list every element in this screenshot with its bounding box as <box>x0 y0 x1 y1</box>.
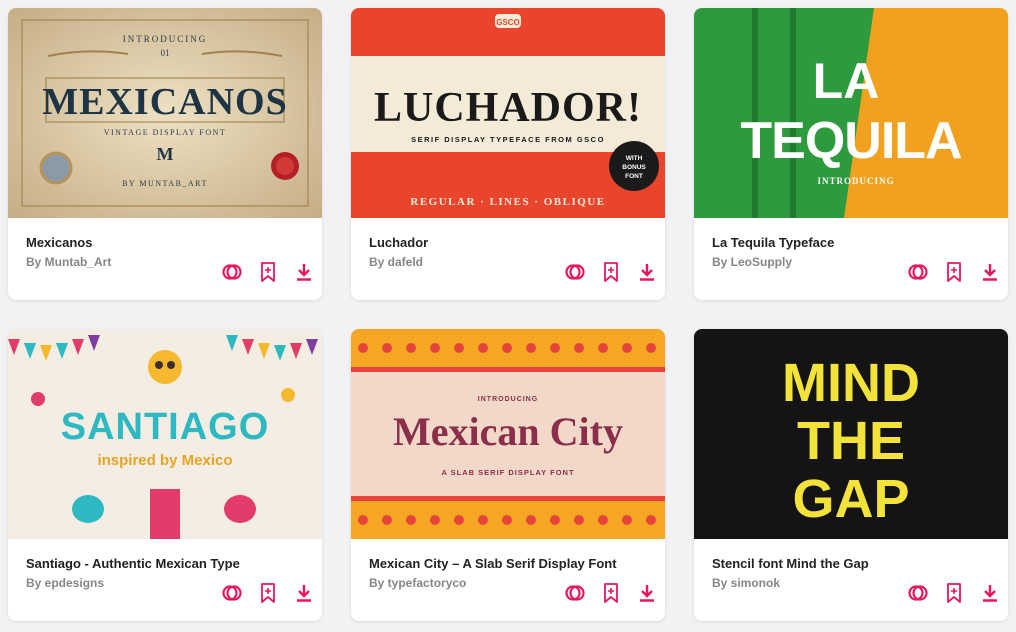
download-icon <box>640 264 654 281</box>
bookmark-plus-icon <box>947 583 961 603</box>
font-card[interactable]: INTRODUCING Mexican City A SLAB SERIF DI… <box>351 329 665 621</box>
font-card[interactable]: MIND THE GAP Stencil font Mind the Gap B… <box>694 329 1008 621</box>
luchador-preview: GSCO LUCHADOR! SERIF DISPLAY TYPEFACE FR… <box>351 8 665 218</box>
font-title[interactable]: Mexican City – A Slab Serif Display Font <box>369 556 647 571</box>
font-title[interactable]: Stencil font Mind the Gap <box>712 556 990 571</box>
card-actions <box>900 581 1008 605</box>
bookmark-plus-icon <box>947 262 961 282</box>
svg-text:GSCO: GSCO <box>496 18 520 27</box>
bookmark-plus-icon <box>261 262 275 282</box>
santiago-preview: SANTIAGO inspired by Mexico <box>8 329 322 539</box>
svg-text:LUCHADOR!: LUCHADOR! <box>374 85 642 131</box>
preview-button[interactable] <box>900 260 936 284</box>
card-actions <box>214 260 322 284</box>
download-button[interactable] <box>972 260 1008 284</box>
bookmark-plus-icon <box>604 262 618 282</box>
bookmark-button[interactable] <box>936 581 972 605</box>
font-preview-image[interactable]: INTRODUCING Mexican City A SLAB SERIF DI… <box>351 329 665 539</box>
download-button[interactable] <box>286 581 322 605</box>
font-card[interactable]: INTRODUCING 01 MEXICANOS VINTAGE DISPLAY… <box>8 8 322 300</box>
bookmark-button[interactable] <box>593 581 629 605</box>
font-card[interactable]: SANTIAGO inspired by Mexico Santiago - A… <box>8 329 322 621</box>
font-preview-image[interactable]: INTRODUCING 01 MEXICANOS VINTAGE DISPLAY… <box>8 8 322 218</box>
download-button[interactable] <box>629 581 665 605</box>
svg-text:WITH: WITH <box>626 155 643 162</box>
font-title[interactable]: Santiago - Authentic Mexican Type <box>26 556 304 571</box>
download-icon <box>297 585 311 602</box>
svg-text:INTRODUCING: INTRODUCING <box>817 176 894 186</box>
bookmark-plus-icon <box>261 583 275 603</box>
font-title[interactable]: Mexicanos <box>26 235 304 250</box>
svg-text:VINTAGE DISPLAY FONT: VINTAGE DISPLAY FONT <box>104 128 227 137</box>
svg-text:GAP: GAP <box>792 469 909 529</box>
svg-text:REGULAR · LINES · OBLIQUE: REGULAR · LINES · OBLIQUE <box>410 196 605 208</box>
download-icon <box>640 585 654 602</box>
font-preview-image[interactable]: GSCO LUCHADOR! SERIF DISPLAY TYPEFACE FR… <box>351 8 665 218</box>
svg-text:MEXICANOS: MEXICANOS <box>42 81 287 123</box>
font-card[interactable]: LA TEQUILA INTRODUCING La Tequila Typefa… <box>694 8 1008 300</box>
svg-text:MIND: MIND <box>782 353 920 413</box>
overlap-circles-icon <box>565 585 585 601</box>
bookmark-button[interactable] <box>250 260 286 284</box>
bookmark-plus-icon <box>604 583 618 603</box>
preview-button[interactable] <box>214 581 250 605</box>
card-actions <box>900 260 1008 284</box>
bookmark-button[interactable] <box>936 260 972 284</box>
mexican-city-preview: INTRODUCING Mexican City A SLAB SERIF DI… <box>351 329 665 539</box>
preview-button[interactable] <box>900 581 936 605</box>
card-actions <box>557 260 665 284</box>
preview-button[interactable] <box>557 260 593 284</box>
la-tequila-preview: LA TEQUILA INTRODUCING <box>694 8 1008 218</box>
font-preview-image[interactable]: LA TEQUILA INTRODUCING <box>694 8 1008 218</box>
overlap-circles-icon <box>908 264 928 280</box>
svg-text:BY MUNTAB_ART: BY MUNTAB_ART <box>122 179 208 188</box>
font-title[interactable]: Luchador <box>369 235 647 250</box>
svg-text:BONUS: BONUS <box>622 164 646 171</box>
svg-text:A SLAB SERIF DISPLAY FONT: A SLAB SERIF DISPLAY FONT <box>441 468 574 477</box>
bookmark-button[interactable] <box>250 581 286 605</box>
svg-text:SANTIAGO: SANTIAGO <box>61 406 270 448</box>
overlap-circles-icon <box>908 585 928 601</box>
mexicanos-preview: INTRODUCING 01 MEXICANOS VINTAGE DISPLAY… <box>8 8 322 218</box>
font-preview-image[interactable]: SANTIAGO inspired by Mexico <box>8 329 322 539</box>
download-icon <box>297 264 311 281</box>
card-actions <box>214 581 322 605</box>
svg-text:M: M <box>157 144 174 164</box>
overlap-circles-icon <box>222 585 242 601</box>
svg-text:FONT: FONT <box>625 173 643 180</box>
svg-text:SERIF DISPLAY TYPEFACE FROM GS: SERIF DISPLAY TYPEFACE FROM GSCO <box>411 135 605 144</box>
svg-text:Mexican City: Mexican City <box>393 409 623 454</box>
font-title[interactable]: La Tequila Typeface <box>712 235 990 250</box>
svg-text:INTRODUCING: INTRODUCING <box>478 396 538 403</box>
overlap-circles-icon <box>565 264 585 280</box>
mind-the-gap-preview: MIND THE GAP <box>694 329 1008 539</box>
svg-text:01: 01 <box>161 48 170 58</box>
download-icon <box>983 585 997 602</box>
download-button[interactable] <box>286 260 322 284</box>
svg-text:TEQUILA: TEQUILA <box>740 112 962 170</box>
font-card[interactable]: GSCO LUCHADOR! SERIF DISPLAY TYPEFACE FR… <box>351 8 665 300</box>
download-icon <box>983 264 997 281</box>
bookmark-button[interactable] <box>593 260 629 284</box>
svg-text:LA: LA <box>813 53 880 109</box>
download-button[interactable] <box>629 260 665 284</box>
font-preview-image[interactable]: MIND THE GAP <box>694 329 1008 539</box>
card-actions <box>557 581 665 605</box>
svg-text:THE: THE <box>797 411 905 471</box>
overlap-circles-icon <box>222 264 242 280</box>
svg-text:INTRODUCING: INTRODUCING <box>123 34 208 44</box>
svg-text:inspired by Mexico: inspired by Mexico <box>97 452 232 469</box>
download-button[interactable] <box>972 581 1008 605</box>
preview-button[interactable] <box>557 581 593 605</box>
font-results-grid: INTRODUCING 01 MEXICANOS VINTAGE DISPLAY… <box>8 8 1008 621</box>
preview-button[interactable] <box>214 260 250 284</box>
